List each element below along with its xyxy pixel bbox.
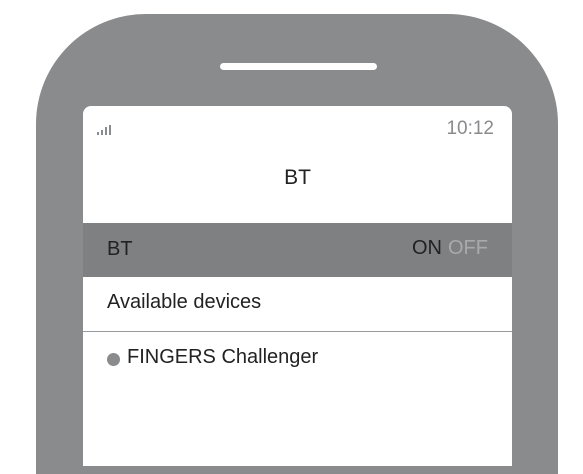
- status-bar: 10:12: [83, 106, 512, 154]
- device-list-item[interactable]: FINGERS Challenger: [83, 332, 512, 386]
- bluetooth-toggle-row: BT ON OFF: [83, 223, 512, 277]
- bluetooth-off-button[interactable]: OFF: [448, 237, 488, 260]
- bluetooth-on-button[interactable]: ON: [412, 237, 442, 260]
- device-name: FINGERS Challenger: [127, 346, 319, 368]
- signal-bars-icon: [97, 125, 113, 135]
- section-label: Available devices: [107, 291, 262, 313]
- status-time: 10:12: [446, 118, 494, 139]
- available-devices-header: Available devices: [83, 277, 512, 332]
- device-dot-icon: [107, 353, 120, 366]
- phone-screen: 10:12 BT BT ON OFF Available devices FIN…: [83, 106, 512, 466]
- bluetooth-label: BT: [107, 238, 133, 260]
- speaker-slot: [220, 63, 377, 70]
- page-title: BT: [284, 166, 311, 189]
